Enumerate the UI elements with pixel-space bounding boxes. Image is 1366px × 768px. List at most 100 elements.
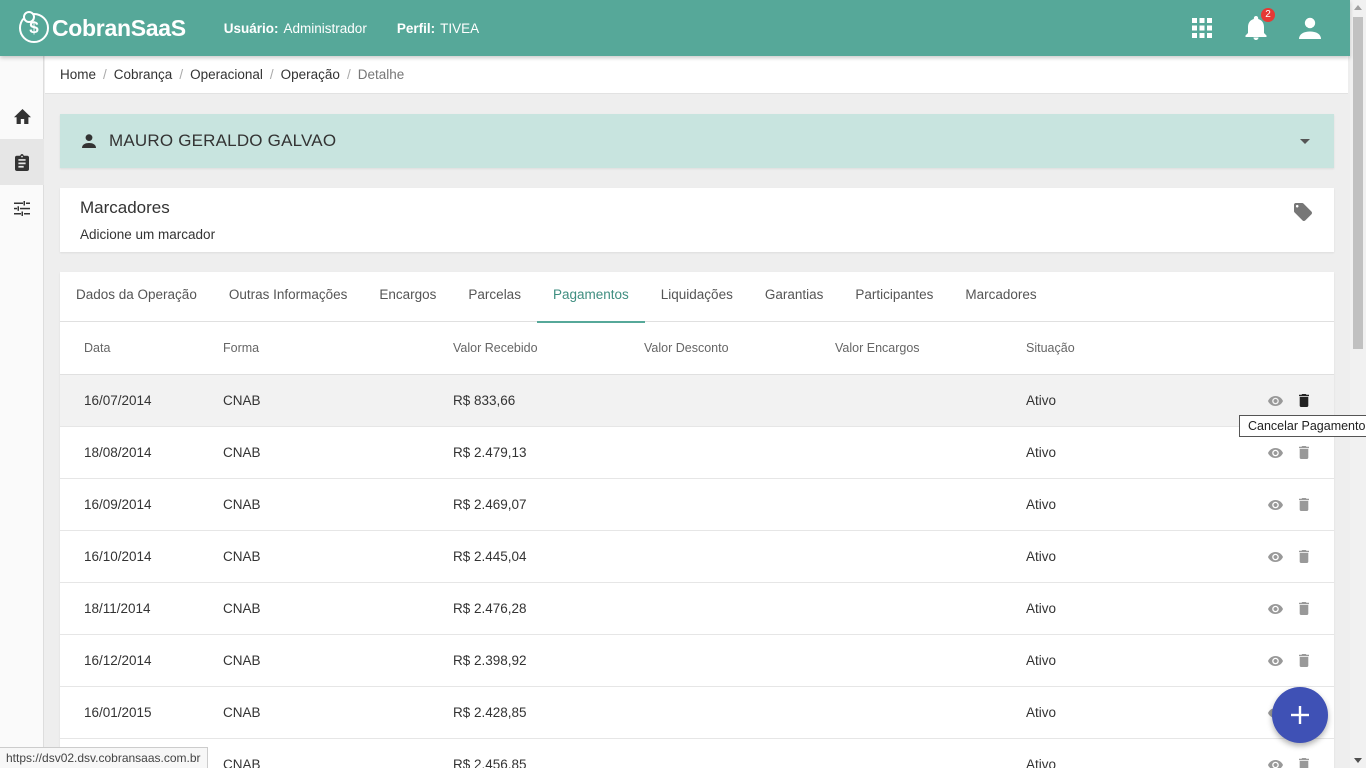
plus-icon [1291,706,1309,724]
cell-situacao: Ativo [1026,445,1057,460]
cell-forma: CNAB [223,549,261,564]
cell-data: 18/08/2014 [84,445,152,460]
tab-outras-informacoes[interactable]: Outras Informações [213,272,364,322]
sliders-icon [14,200,30,216]
cell-situacao: Ativo [1026,549,1057,564]
table-row[interactable]: CNAB R$ 2.456,85 Ativo [60,739,1334,768]
user-info: Usuário: Administrador [224,21,367,36]
tab-dados-operacao[interactable]: Dados da Operação [60,272,213,322]
table-row[interactable]: 16/09/2014 CNAB R$ 2.469,07 Ativo [60,479,1334,531]
cell-forma: CNAB [223,393,261,408]
delete-icon[interactable] [1294,651,1314,671]
browser-status-url: https://dsv02.dsv.cobransaas.com.br [0,747,208,768]
column-header-valor-desconto[interactable]: Valor Desconto [644,341,835,355]
sidebar-item-settings[interactable] [0,185,44,231]
cell-situacao: Ativo [1026,705,1057,720]
cell-valor-recebido: R$ 2.445,04 [453,549,527,564]
table-row[interactable]: 16/01/2015 CNAB R$ 2.428,85 Ativo [60,687,1334,739]
profile-label: Perfil: [396,20,436,36]
view-icon[interactable] [1265,547,1285,567]
view-icon[interactable] [1265,599,1285,619]
cell-valor-recebido: R$ 2.476,28 [453,601,527,616]
markers-panel: Marcadores Adicione um marcador [60,188,1334,252]
markers-title: Marcadores [80,198,170,217]
scrollbar-thumb[interactable] [1353,17,1363,349]
breadcrumb-operacao[interactable]: Operação [281,67,340,82]
tab-garantias[interactable]: Garantias [749,272,840,322]
operation-details-card: Dados da Operação Outras Informações Enc… [60,272,1334,768]
person-name: MAURO GERALDO GALVAO [109,131,337,150]
view-icon[interactable] [1265,495,1285,515]
delete-icon[interactable] [1294,755,1314,768]
view-icon[interactable] [1265,391,1285,411]
delete-icon[interactable] [1294,391,1314,411]
delete-icon[interactable] [1294,443,1314,463]
delete-icon[interactable] [1294,547,1314,567]
tab-participantes[interactable]: Participantes [839,272,949,322]
cell-data: 16/09/2014 [84,497,152,512]
home-icon [13,108,31,124]
chevron-down-icon[interactable] [1300,138,1310,144]
profile-info: Perfil: TIVEA [397,21,479,36]
cell-valor-recebido: R$ 833,66 [453,393,516,408]
sidebar-item-operations[interactable] [0,139,44,185]
tag-icon[interactable] [1294,203,1312,221]
column-header-valor-encargos[interactable]: Valor Encargos [835,341,1026,355]
table-row[interactable]: 16/10/2014 CNAB R$ 2.445,04 Ativo [60,531,1334,583]
notifications-bell-icon[interactable]: 2 [1244,8,1275,40]
person-icon [82,134,96,148]
cell-data: 16/12/2014 [84,653,152,668]
cell-valor-recebido: R$ 2.398,92 [453,653,527,668]
tab-encargos[interactable]: Encargos [363,272,452,322]
column-header-forma[interactable]: Forma [223,341,453,355]
breadcrumb-operacional[interactable]: Operacional [190,67,263,82]
sidebar-item-home[interactable] [0,93,44,139]
cell-valor-recebido: R$ 2.469,07 [453,497,527,512]
breadcrumb-home[interactable]: Home [60,67,96,82]
cell-situacao: Ativo [1026,393,1057,408]
column-header-valor-recebido[interactable]: Valor Recebido [453,341,644,355]
cell-forma: CNAB [223,445,261,460]
scroll-down-arrow[interactable] [1354,758,1362,763]
user-label: Usuário: [223,20,279,36]
add-marker-link[interactable]: Adicione um marcador [80,227,1314,242]
table-row[interactable]: 18/11/2014 CNAB R$ 2.476,28 Ativo [60,583,1334,635]
view-icon[interactable] [1265,443,1285,463]
table-row[interactable]: 16/12/2014 CNAB R$ 2.398,92 Ativo [60,635,1334,687]
tab-marcadores[interactable]: Marcadores [949,272,1052,322]
sidebar [0,56,44,768]
page-scrollbar[interactable] [1350,0,1366,768]
tab-pagamentos[interactable]: Pagamentos [536,272,645,323]
cell-situacao: Ativo [1026,757,1057,768]
column-header-situacao[interactable]: Situação [1026,341,1186,355]
cell-forma: CNAB [223,705,261,720]
tab-bar: Dados da Operação Outras Informações Enc… [60,272,1334,323]
column-header-data[interactable]: Data [60,341,223,355]
notification-badge: 2 [1261,8,1275,22]
table-row[interactable]: 16/07/2014 CNAB R$ 833,66 Ativo [60,375,1334,427]
cell-forma: CNAB [223,757,261,768]
user-account-icon[interactable] [1298,16,1322,40]
view-icon[interactable] [1265,651,1285,671]
view-icon[interactable] [1265,755,1285,768]
person-panel[interactable]: MAURO GERALDO GALVAO [60,114,1334,168]
breadcrumb-detalhe: Detalhe [357,67,405,82]
cell-data: 18/11/2014 [84,601,151,616]
delete-icon[interactable] [1294,495,1314,515]
table-row[interactable]: 18/08/2014 CNAB R$ 2.479,13 Ativo [60,427,1334,479]
cell-forma: CNAB [223,653,261,668]
delete-icon[interactable] [1294,599,1314,619]
tab-liquidacoes[interactable]: Liquidações [645,272,749,322]
apps-grid-icon[interactable] [1190,16,1214,40]
cell-situacao: Ativo [1026,601,1057,616]
payments-table-body: 16/07/2014 CNAB R$ 833,66 Ativo 18/08/2014 CN… [60,375,1334,768]
add-payment-button[interactable] [1272,687,1328,743]
table-header: Data Forma Valor Recebido Valor Desconto… [60,322,1334,375]
breadcrumb-cobranca[interactable]: Cobrança [114,67,173,82]
cell-data: 16/01/2015 [84,705,152,720]
logo[interactable]: $ CobranSaaS [19,11,186,43]
cell-situacao: Ativo [1026,497,1057,512]
cell-data: 16/07/2014 [84,393,152,408]
scroll-up-arrow[interactable] [1354,5,1362,10]
tab-parcelas[interactable]: Parcelas [452,272,537,322]
